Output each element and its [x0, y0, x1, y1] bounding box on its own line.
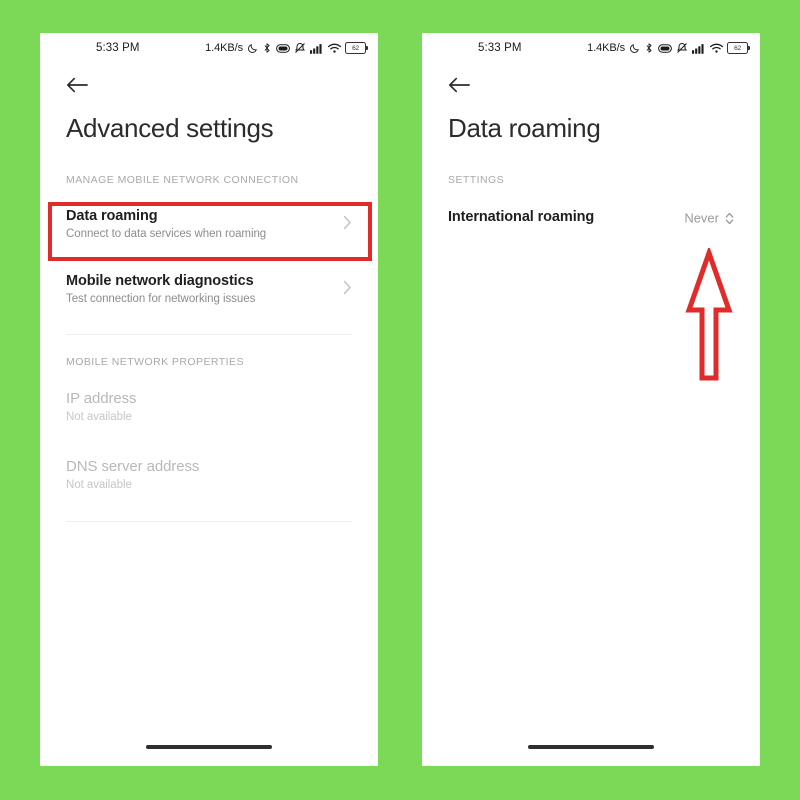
- status-bar-icons: 1.4KB/s 62: [205, 42, 368, 54]
- wifi-icon: [328, 43, 341, 54]
- section-label-mobile-network-properties: MOBILE NETWORK PROPERTIES: [66, 356, 244, 368]
- bluetooth-icon: [262, 42, 272, 54]
- battery-level-label: 62: [352, 44, 359, 52]
- battery-icon: 62: [727, 42, 750, 54]
- list-item-subtitle: Connect to data services when roaming: [66, 228, 267, 240]
- screenshot-stage: 5:33 PM 1.4KB/s 62 Advanced settings MAN…: [0, 0, 800, 800]
- value-label: Never: [684, 210, 719, 226]
- section-divider: [66, 334, 352, 335]
- bottom-divider: [66, 521, 352, 522]
- chevron-right-icon: [343, 215, 352, 235]
- settings-list-network-properties: IP address Not available DNS server addr…: [40, 381, 378, 502]
- international-roaming-value[interactable]: Never: [684, 211, 734, 226]
- status-bar: 5:33 PM 1.4KB/s 62: [40, 33, 378, 63]
- list-item-ip-address: IP address Not available: [40, 381, 378, 434]
- page-title: Data roaming: [448, 113, 601, 143]
- list-item-value: Not available: [66, 479, 132, 491]
- status-bar-time: 5:33 PM: [478, 42, 522, 54]
- network-speed-label: 1.4KB/s: [205, 42, 243, 54]
- status-bar-time: 5:33 PM: [96, 42, 140, 54]
- settings-list-roaming: International roaming Never: [422, 200, 760, 236]
- section-label-settings: SETTINGS: [448, 174, 505, 186]
- vpn-icon: [276, 43, 290, 54]
- do-not-disturb-moon-icon: [247, 43, 258, 54]
- list-item-value: Not available: [66, 411, 132, 423]
- chevron-right-icon: [343, 280, 352, 300]
- battery-level-label: 62: [734, 44, 741, 52]
- wifi-icon: [710, 43, 723, 54]
- back-arrow-icon[interactable]: [64, 72, 90, 98]
- network-speed-label: 1.4KB/s: [587, 42, 625, 54]
- home-indicator[interactable]: [146, 745, 272, 749]
- list-item-title: DNS server address: [66, 458, 200, 475]
- status-bar-icons: 1.4KB/s 62: [587, 42, 750, 54]
- list-item-title: Mobile network diagnostics: [66, 273, 254, 289]
- mute-vibrate-icon: [294, 42, 306, 54]
- home-indicator[interactable]: [528, 745, 654, 749]
- list-item-title: Data roaming: [66, 208, 158, 224]
- back-arrow-icon[interactable]: [446, 72, 472, 98]
- mute-vibrate-icon: [676, 42, 688, 54]
- cellular-signal-icon: [310, 43, 324, 54]
- section-label-manage-mobile-network-connection: MANAGE MOBILE NETWORK CONNECTION: [66, 174, 299, 186]
- up-down-chevron-icon: [725, 211, 734, 225]
- navigation-bar: [422, 63, 760, 107]
- phone-screen-advanced-settings: 5:33 PM 1.4KB/s 62 Advanced settings MAN…: [40, 33, 378, 766]
- status-bar: 5:33 PM 1.4KB/s 62: [422, 33, 760, 63]
- navigation-bar: [40, 63, 378, 107]
- bluetooth-icon: [644, 42, 654, 54]
- list-item-international-roaming[interactable]: International roaming Never: [422, 200, 760, 236]
- vpn-icon: [658, 43, 672, 54]
- battery-icon: 62: [345, 42, 368, 54]
- list-item-title: IP address: [66, 390, 137, 407]
- list-item-data-roaming[interactable]: Data roaming Connect to data services wh…: [40, 199, 378, 251]
- cellular-signal-icon: [692, 43, 706, 54]
- page-title: Advanced settings: [66, 113, 274, 143]
- phone-screen-data-roaming: 5:33 PM 1.4KB/s 62 Data roaming SETTINGS…: [422, 33, 760, 766]
- list-item-subtitle: Test connection for networking issues: [66, 293, 256, 305]
- list-item-mobile-network-diagnostics[interactable]: Mobile network diagnostics Test connecti…: [40, 264, 378, 316]
- list-item-dns-server-address: DNS server address Not available: [40, 449, 378, 502]
- do-not-disturb-moon-icon: [629, 43, 640, 54]
- settings-list-manage-connection: Data roaming Connect to data services wh…: [40, 199, 378, 316]
